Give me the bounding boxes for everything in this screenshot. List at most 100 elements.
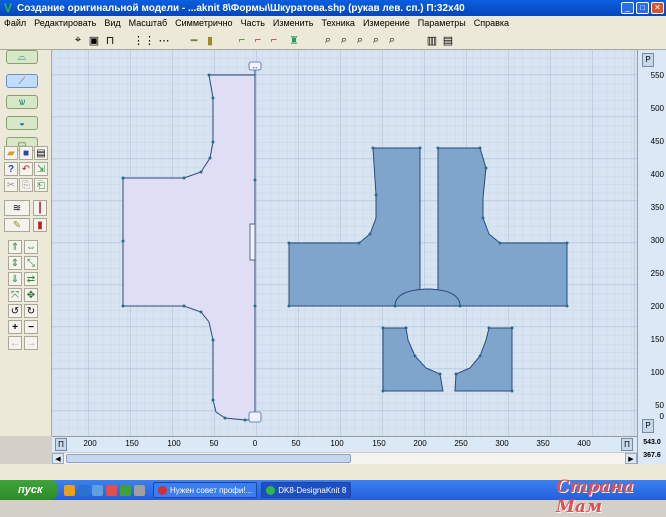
opera-icon [158, 485, 167, 495]
menu-modify[interactable]: Изменить [273, 18, 314, 28]
menu-file[interactable]: Файл [4, 18, 26, 28]
hruler-tick: 350 [536, 439, 550, 448]
menu-technique[interactable]: Техника [322, 18, 355, 28]
grid-fine-icon[interactable]: ⋯ [156, 32, 172, 48]
cut-icon[interactable]: ✂ [4, 178, 18, 192]
zoom-in-icon[interactable]: ⌕ [320, 32, 336, 48]
sweater-icon[interactable]: ♜ [286, 32, 302, 48]
move-up-icon[interactable]: ⇑ [8, 240, 22, 254]
pencil-icon[interactable]: ✎ [4, 218, 30, 232]
top-handle-arrows-icon: ↔ [252, 64, 259, 71]
horizontal-scrollbar[interactable]: ◀ ▶ [52, 452, 637, 464]
maximize-button[interactable]: □ [636, 2, 649, 14]
printer-icon[interactable]: ▤ [34, 146, 48, 160]
vruler-tick: 150 [650, 335, 664, 344]
rotate-left-icon[interactable]: ↺ [8, 304, 22, 318]
task-browser[interactable]: Нужен совет профи!... [153, 482, 258, 498]
scroll-left-icon[interactable]: ◀ [52, 453, 64, 464]
rotate-right-icon[interactable]: ↻ [24, 304, 38, 318]
arrow-left-icon[interactable]: ← [8, 336, 22, 350]
horizontal-p-button-right[interactable]: П [621, 438, 633, 451]
pages-icon[interactable]: ▤ [440, 32, 456, 48]
hruler-tick: 200 [83, 439, 97, 448]
waves-icon[interactable]: ≋ [4, 200, 30, 216]
curve-tool-icon[interactable]: ◒ [6, 116, 38, 130]
horizontal-p-button[interactable]: П [55, 438, 67, 451]
hruler-tick: 200 [413, 439, 427, 448]
zoom-fit-icon[interactable]: ⌕ [368, 32, 384, 48]
menu-scale[interactable]: Масштаб [129, 18, 168, 28]
paste-icon[interactable]: ⎗ [34, 178, 48, 192]
collar-tool-icon[interactable]: ѡ [6, 95, 38, 109]
horizontal-ruler: П 200 150 100 50 0 50 100 150 200 250 30… [52, 436, 637, 452]
undo-icon[interactable]: ↶ [19, 162, 33, 176]
hruler-tick: 250 [454, 439, 468, 448]
copy-icon[interactable]: ⎘ [19, 178, 33, 192]
stairs-icon[interactable]: ⌐ [234, 32, 250, 48]
menu-measure[interactable]: Измерение [363, 18, 410, 28]
bottom-handle-icon[interactable] [248, 411, 262, 423]
vertical-p-button[interactable]: P [642, 53, 654, 67]
book-icon[interactable]: ▥ [424, 32, 440, 48]
quicklaunch-extra-icon[interactable] [134, 484, 145, 496]
menu-parameters[interactable]: Параметры [418, 18, 466, 28]
open-icon[interactable]: ▰ [4, 146, 18, 160]
quicklaunch-app-icon[interactable] [120, 484, 131, 496]
app-logo-icon: V [3, 1, 12, 15]
line-icon[interactable]: ━ [186, 32, 202, 48]
vruler-tick: 400 [650, 170, 664, 179]
quicklaunch-media-icon[interactable] [106, 484, 117, 496]
start-button[interactable]: пуск [0, 480, 58, 500]
hruler-tick: 100 [330, 439, 344, 448]
scale-icon[interactable]: ⤡ [24, 256, 38, 270]
shape-icon[interactable]: ⊓ [102, 32, 118, 48]
zoom-out-icon[interactable]: ⌕ [384, 32, 400, 48]
sweater-tool-icon[interactable]: ⌓ [6, 50, 38, 64]
zoom-icon[interactable]: ⌕ [336, 32, 352, 48]
readout-y: 367.6 [643, 452, 661, 459]
red-marker-icon[interactable]: ▮ [33, 218, 47, 232]
quicklaunch-desktop-icon[interactable] [92, 484, 103, 496]
zoom-region-icon[interactable]: ⌕ [352, 32, 368, 48]
stretch-icon[interactable]: ⇕ [8, 256, 22, 270]
stairs-minus-icon[interactable]: ⌐ [266, 32, 282, 48]
expand-icon[interactable]: ✥ [24, 288, 38, 302]
task-designaknit[interactable]: DK8-DesignaKnit 8 [261, 482, 352, 498]
sleeve-tool-icon[interactable]: ⟋ [6, 74, 38, 88]
flip-icon[interactable]: ⇄ [24, 272, 38, 286]
vertical-line-icon[interactable]: ┃ [33, 200, 47, 216]
scroll-thumb[interactable] [66, 454, 351, 463]
menu-edit[interactable]: Редактировать [34, 18, 96, 28]
plus-icon[interactable]: + [8, 320, 22, 334]
vruler-tick: 450 [650, 137, 664, 146]
export-icon[interactable]: ⇲ [34, 162, 48, 176]
vertical-p-button-bottom[interactable]: P [642, 419, 654, 433]
help-icon[interactable]: ? [4, 162, 18, 176]
task-designaknit-label: DK8-DesignaKnit 8 [278, 485, 347, 495]
menu-part[interactable]: Часть [241, 18, 265, 28]
marker-icon[interactable]: ▮ [202, 32, 218, 48]
mirror-icon[interactable]: ⤧ [8, 288, 22, 302]
print-icon[interactable]: ▣ [86, 32, 102, 48]
menu-view[interactable]: Вид [104, 18, 120, 28]
minus-icon[interactable]: − [24, 320, 38, 334]
rotate-down-icon[interactable]: ⇓ [8, 272, 22, 286]
scroll-right-icon[interactable]: ▶ [625, 453, 637, 464]
pointer-icon[interactable]: ⌖ [70, 32, 86, 48]
quicklaunch-folder-icon[interactable] [64, 484, 75, 496]
close-button[interactable]: ✕ [651, 2, 664, 14]
menu-help[interactable]: Справка [474, 18, 509, 28]
vertical-ruler: P 550 500 450 400 350 300 250 200 150 10… [637, 50, 666, 436]
drawing-canvas[interactable]: ↔ [52, 50, 637, 436]
arrow-right-icon[interactable]: → [24, 336, 38, 350]
move-horizontal-icon[interactable]: ⇔ [24, 240, 38, 254]
stairs-plus-icon[interactable]: ⌐ [250, 32, 266, 48]
grid-icon[interactable]: ⋮⋮ [133, 32, 155, 48]
minimize-button[interactable]: _ [621, 2, 634, 14]
save-icon[interactable]: ■ [19, 146, 33, 160]
menu-bar: Файл Редактировать Вид Масштаб Симметрич… [0, 16, 666, 30]
quicklaunch-ie-icon[interactable] [78, 484, 89, 496]
title-bar: V Создание оригинальной модели - ...akni… [0, 0, 666, 16]
menu-symmetric[interactable]: Симметрично [175, 18, 232, 28]
coordinate-readout: 543.0 367.6 [637, 436, 666, 464]
